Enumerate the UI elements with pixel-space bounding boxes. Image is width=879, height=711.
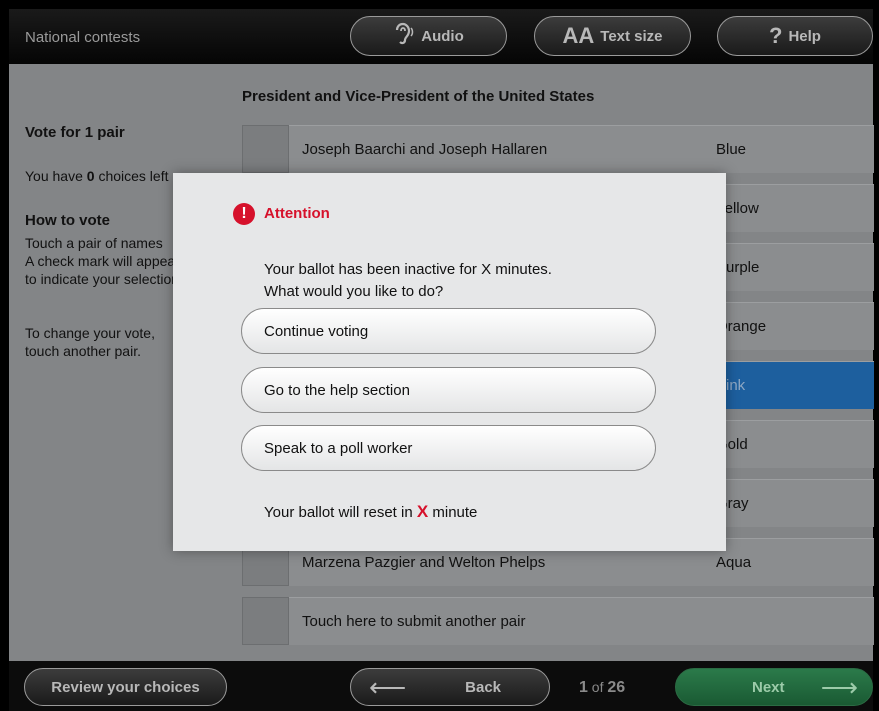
ear-audio-icon: [393, 22, 415, 50]
dialog-title: Attention: [264, 205, 330, 222]
review-choices-button[interactable]: Review your choices: [24, 668, 227, 706]
section-title: National contests: [25, 29, 141, 46]
help-label: Help: [788, 27, 821, 45]
back-button[interactable]: ⟵ Back: [350, 668, 550, 706]
arrow-left-icon: ⟵: [369, 672, 407, 702]
reset-warning: Your ballot will reset in X minute: [264, 502, 478, 521]
next-label: Next: [752, 678, 785, 696]
next-button[interactable]: Next ⟶: [675, 668, 873, 706]
candidate-party: Aqua: [716, 554, 752, 571]
how-to-vote-instructions: Touch a pair of names A check mark will …: [25, 235, 180, 287]
candidate-name: Joseph Baarchi and Joseph Hallaren: [302, 141, 548, 158]
poll-worker-button[interactable]: Speak to a poll worker: [241, 425, 656, 471]
help-icon: ?: [769, 23, 783, 48]
how-to-vote-heading: How to vote: [25, 212, 110, 229]
write-in-row[interactable]: Touch here to submit another pair: [242, 597, 874, 645]
text-size-button[interactable]: AA Text size: [534, 16, 691, 56]
choices-count: 0: [86, 168, 95, 184]
dialog-message: Your ballot has been inactive for X minu…: [264, 261, 552, 300]
back-label: Back: [465, 678, 501, 696]
candidate-row[interactable]: Joseph Baarchi and Joseph Hallaren Blue: [242, 125, 874, 173]
checkbox[interactable]: [242, 597, 289, 645]
text-size-icon: AA: [562, 23, 595, 48]
alert-icon: !: [233, 203, 255, 225]
arrow-right-icon: ⟶: [820, 672, 858, 702]
choices-left-text: You have 0 choices left: [25, 168, 169, 184]
write-in-label: Touch here to submit another pair: [302, 613, 526, 630]
contest-title: President and Vice-President of the Unit…: [242, 88, 595, 105]
audio-button[interactable]: Audio: [350, 16, 507, 56]
attention-dialog: ! Attention Your ballot has been inactiv…: [173, 173, 726, 551]
vote-for-label: Vote for 1 pair: [25, 124, 125, 141]
candidate-party: Blue: [716, 141, 747, 158]
change-vote-instructions: To change your vote, touch another pair.: [25, 325, 155, 359]
help-button[interactable]: ? Help: [717, 16, 873, 56]
continue-voting-button[interactable]: Continue voting: [241, 308, 656, 354]
page-indicator: 1 of 26: [579, 679, 626, 696]
checkbox[interactable]: [242, 125, 289, 173]
bottom-bar: Review your choices ⟵ Back 1 of 26 Next …: [9, 661, 873, 711]
help-section-button[interactable]: Go to the help section: [241, 367, 656, 413]
instructions-sidebar: Vote for 1 pair You have 0 choices left …: [25, 124, 185, 359]
candidate-name: Marzena Pazgier and Welton Phelps: [302, 554, 546, 571]
audio-label: Audio: [421, 27, 464, 45]
text-size-label: Text size: [600, 27, 663, 45]
top-bar: National contests Audio AA Text size ? H…: [9, 9, 873, 64]
